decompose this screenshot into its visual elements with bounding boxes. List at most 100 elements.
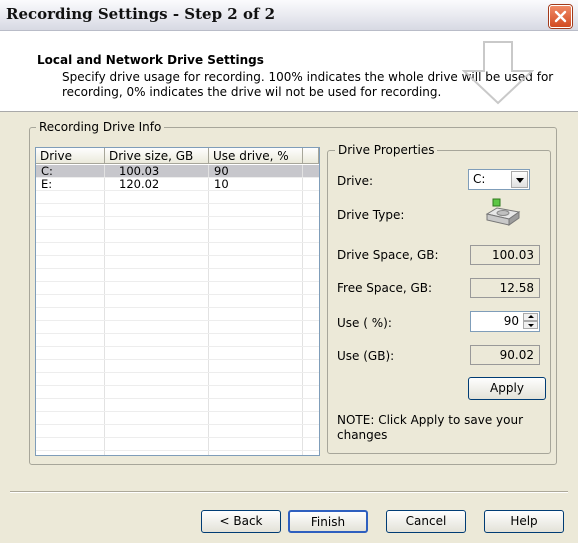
empty-cell xyxy=(36,425,105,437)
cancel-button[interactable]: Cancel xyxy=(386,510,466,533)
drive-space-value: 100.03 xyxy=(470,245,540,265)
chevron-down-icon[interactable] xyxy=(511,171,528,188)
column-use-drive[interactable]: Use drive, % xyxy=(209,148,303,164)
empty-row xyxy=(36,373,319,386)
empty-row xyxy=(36,451,319,455)
use-gb-value: 90.02 xyxy=(470,345,540,365)
empty-cell xyxy=(209,412,303,424)
empty-cell xyxy=(209,191,303,203)
spin-up-icon[interactable] xyxy=(523,313,538,321)
table-row[interactable]: C: 100.03 90 xyxy=(36,165,319,178)
cell-drive: C: xyxy=(36,165,105,177)
empty-row xyxy=(36,282,319,295)
empty-cell xyxy=(105,308,209,320)
empty-row xyxy=(36,360,319,373)
empty-cell xyxy=(36,451,105,455)
back-button[interactable]: < Back xyxy=(201,510,281,533)
empty-cell xyxy=(36,360,105,372)
column-filler xyxy=(303,148,319,164)
cell-drive: E: xyxy=(36,178,105,190)
empty-cell xyxy=(105,386,209,398)
empty-cell xyxy=(36,373,105,385)
empty-cell xyxy=(36,438,105,450)
empty-cell xyxy=(105,321,209,333)
empty-cell xyxy=(36,282,105,294)
empty-cell xyxy=(209,243,303,255)
empty-cell xyxy=(105,412,209,424)
empty-cell xyxy=(36,217,105,229)
table-row[interactable]: E: 120.02 10 xyxy=(36,178,319,191)
apply-button[interactable]: Apply xyxy=(468,377,546,400)
cell-size: 100.03 xyxy=(105,165,209,177)
empty-row xyxy=(36,295,319,308)
empty-cell xyxy=(209,451,303,455)
cell-size: 120.02 xyxy=(105,178,209,190)
column-drive[interactable]: Drive xyxy=(36,148,105,164)
wizard-header: Local and Network Drive Settings Specify… xyxy=(0,31,578,112)
empty-row xyxy=(36,217,319,230)
drive-properties-label: Drive Properties xyxy=(335,143,438,157)
use-percent-label: Use ( %): xyxy=(337,316,392,330)
empty-cell xyxy=(105,334,209,346)
empty-cell xyxy=(209,438,303,450)
drive-label: Drive: xyxy=(337,174,374,188)
cell-use: 10 xyxy=(209,178,303,190)
empty-cell xyxy=(209,256,303,268)
empty-cell xyxy=(36,191,105,203)
empty-cell xyxy=(105,373,209,385)
window-title: Recording Settings - Step 2 of 2 xyxy=(6,5,276,23)
empty-cell xyxy=(105,204,209,216)
empty-row xyxy=(36,256,319,269)
column-drive-size[interactable]: Drive size, GB xyxy=(105,148,209,164)
empty-row xyxy=(36,308,319,321)
empty-cell xyxy=(105,360,209,372)
empty-cell xyxy=(36,347,105,359)
empty-cell xyxy=(36,412,105,424)
empty-cell xyxy=(105,425,209,437)
help-button[interactable]: Help xyxy=(484,510,564,533)
empty-cell xyxy=(105,191,209,203)
empty-row xyxy=(36,204,319,217)
empty-cell xyxy=(209,269,303,281)
drive-select[interactable]: C: xyxy=(468,169,530,190)
spin-down-icon[interactable] xyxy=(523,321,538,329)
drive-list-header: Drive Drive size, GB Use drive, % xyxy=(36,148,319,165)
drive-list[interactable]: Drive Drive size, GB Use drive, % C: 100… xyxy=(35,147,320,456)
drive-select-value: C: xyxy=(473,172,486,186)
empty-cell xyxy=(105,451,209,455)
empty-row xyxy=(36,191,319,204)
empty-row xyxy=(36,347,319,360)
drive-type-label: Drive Type: xyxy=(337,208,405,222)
empty-cell xyxy=(36,243,105,255)
empty-cell xyxy=(36,399,105,411)
empty-cell xyxy=(105,282,209,294)
empty-cell xyxy=(36,230,105,242)
empty-cell xyxy=(209,204,303,216)
empty-cell xyxy=(105,347,209,359)
empty-cell xyxy=(209,217,303,229)
empty-cell xyxy=(36,321,105,333)
empty-row xyxy=(36,412,319,425)
empty-rows xyxy=(36,191,319,455)
empty-cell xyxy=(209,334,303,346)
empty-cell xyxy=(105,399,209,411)
empty-cell xyxy=(209,295,303,307)
empty-cell xyxy=(105,217,209,229)
close-icon xyxy=(554,10,567,23)
finish-button[interactable]: Finish xyxy=(288,510,368,533)
hard-drive-icon xyxy=(485,198,521,226)
close-button[interactable] xyxy=(549,5,572,28)
use-gb-label: Use (GB): xyxy=(337,349,395,363)
empty-row xyxy=(36,269,319,282)
recording-drive-info-label: Recording Drive Info xyxy=(36,120,165,134)
empty-cell xyxy=(209,399,303,411)
use-percent-stepper[interactable]: 90 xyxy=(470,311,540,332)
empty-cell xyxy=(36,295,105,307)
use-percent-value: 90 xyxy=(503,314,519,328)
down-arrow-icon xyxy=(462,41,534,105)
empty-cell xyxy=(36,256,105,268)
drive-properties-group xyxy=(327,150,551,454)
empty-row xyxy=(36,334,319,347)
empty-cell xyxy=(209,386,303,398)
footer-separator xyxy=(10,491,568,493)
